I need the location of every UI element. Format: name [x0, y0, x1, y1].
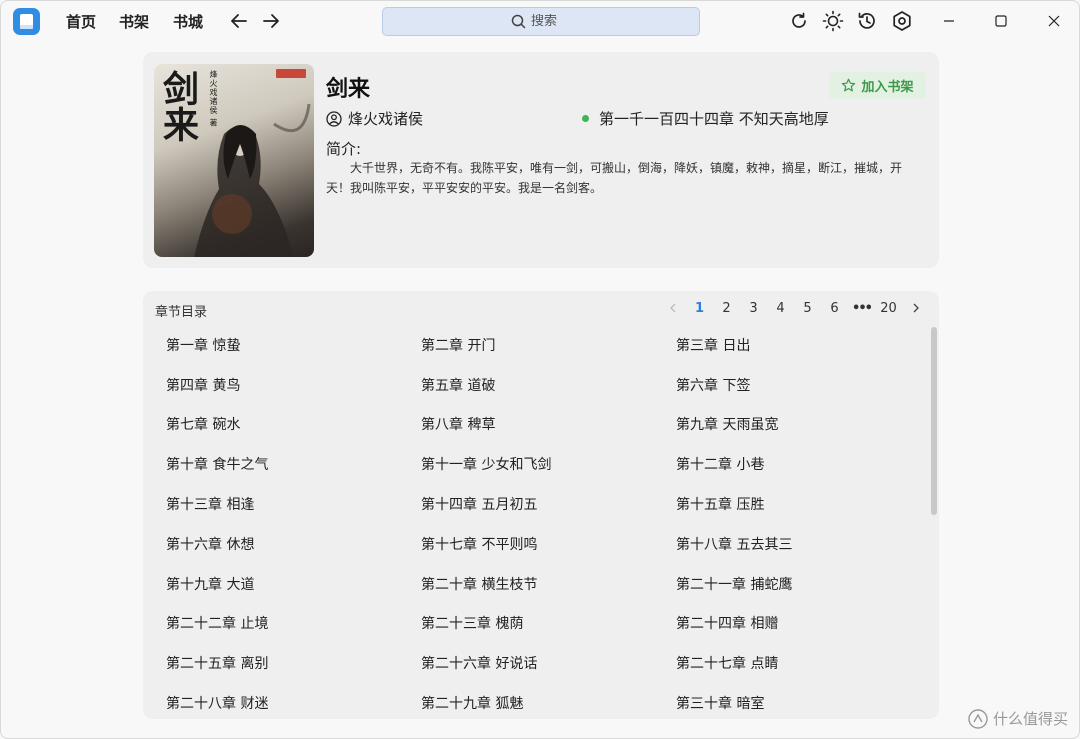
settings-button[interactable] [891, 10, 913, 32]
page-6[interactable]: 6 [821, 297, 848, 319]
chapter-item[interactable]: 第十三章 相逢 [166, 484, 421, 524]
latest-chapter-link[interactable]: 第一千一百四十四章 不知天高地厚 [582, 108, 829, 129]
theme-toggle-button[interactable] [822, 10, 844, 32]
arrow-left-icon [231, 14, 247, 28]
chapter-item[interactable]: 第二十章 横生枝节 [421, 564, 676, 604]
history-button[interactable] [856, 10, 878, 32]
page-20[interactable]: 20 [875, 297, 902, 319]
chapter-item[interactable]: 第十九章 大道 [166, 564, 421, 604]
watermark-logo-icon [968, 708, 988, 729]
chevron-right-icon [913, 303, 919, 313]
watermark: 什么值得买 [968, 708, 1068, 729]
user-icon [326, 110, 342, 127]
chapter-item[interactable]: 第十二章 小巷 [676, 444, 926, 484]
close-icon [1048, 15, 1060, 27]
chapter-item[interactable]: 第二十九章 狐魅 [421, 683, 676, 719]
title-bar: 首页 书架 书城 [1, 1, 1079, 41]
chapter-item[interactable]: 第二十三章 槐荫 [421, 604, 676, 644]
app-window: 首页 书架 书城 搜索 剑来 烽火戏诸侯 著 剑来 烽火戏诸侯 第一千一百四十四… [0, 0, 1080, 739]
nav-home[interactable]: 首页 [66, 11, 96, 32]
chapter-item[interactable]: 第十七章 不平则鸣 [421, 524, 676, 564]
chapter-item[interactable]: 第二十五章 离别 [166, 643, 421, 683]
pagination: 1 2 3 4 5 6 ••• 20 [659, 297, 929, 319]
chapter-item[interactable]: 第十一章 少女和飞剑 [421, 444, 676, 484]
nav-bookstore[interactable]: 书城 [173, 11, 203, 32]
chapter-item[interactable]: 第二章 开门 [421, 325, 676, 365]
chapter-item[interactable]: 第八章 稗草 [421, 405, 676, 445]
refresh-button[interactable] [788, 10, 810, 32]
page-ellipsis[interactable]: ••• [848, 297, 875, 319]
chapter-item[interactable]: 第二十七章 点睛 [676, 643, 926, 683]
chapter-item[interactable]: 第十八章 五去其三 [676, 524, 926, 564]
chevron-left-icon [669, 303, 675, 313]
chapter-grid: 第一章 惊蛰 第二章 开门 第三章 日出第四章 黄鸟 第五章 道破 第六章 下签第七章 … [166, 325, 926, 719]
arrow-right-icon [263, 14, 279, 28]
chapter-item[interactable]: 第五章 道破 [421, 365, 676, 405]
chapter-item[interactable]: 第三十章 暗室 [676, 683, 926, 719]
sun-icon [822, 10, 844, 32]
search-icon [511, 14, 526, 29]
forward-button[interactable] [260, 10, 282, 32]
page-5[interactable]: 5 [794, 297, 821, 319]
chapter-item[interactable]: 第二十二章 止境 [166, 604, 421, 644]
book-cover: 剑来 烽火戏诸侯 著 [154, 64, 314, 257]
app-logo-icon [13, 8, 40, 35]
close-button[interactable] [1042, 9, 1066, 33]
star-icon [842, 78, 856, 92]
chapter-item[interactable]: 第一章 惊蛰 [166, 325, 421, 365]
chapter-list-title: 章节目录 [155, 305, 208, 320]
refresh-icon [792, 12, 806, 28]
chapter-item[interactable]: 第三章 日出 [676, 325, 926, 365]
next-page-button[interactable] [902, 297, 929, 319]
cover-title: 剑来 [157, 70, 199, 142]
chapter-item[interactable]: 第二十四章 相赠 [676, 604, 926, 644]
prev-page-button[interactable] [659, 297, 686, 319]
book-info-card: 剑来 烽火戏诸侯 著 剑来 烽火戏诸侯 第一千一百四十四章 不知天高地厚 加入书… [143, 52, 939, 268]
nav-bookshelf[interactable]: 书架 [119, 11, 149, 32]
chapter-item[interactable]: 第六章 下签 [676, 365, 926, 405]
back-button[interactable] [228, 10, 250, 32]
minimize-button[interactable] [937, 9, 961, 33]
page-1[interactable]: 1 [686, 297, 713, 319]
chapter-item[interactable]: 第十四章 五月初五 [421, 484, 676, 524]
author-row: 烽火戏诸侯 [326, 108, 423, 129]
chapter-item[interactable]: 第七章 碗水 [166, 405, 421, 445]
intro-text: 大千世界，无奇不有。我陈平安，唯有一剑，可搬山，倒海，降妖，镇魔，敕神，摘星，断… [326, 161, 903, 195]
author-name[interactable]: 烽火戏诸侯 [348, 108, 423, 129]
settings-icon [893, 11, 911, 31]
search-box[interactable] [382, 7, 700, 36]
watermark-text: 什么值得买 [992, 710, 1068, 728]
page-2[interactable]: 2 [713, 297, 740, 319]
chapter-item[interactable]: 第四章 黄鸟 [166, 365, 421, 405]
chapter-list-panel: 章节目录 1 2 3 4 5 6 ••• 20 第一章 惊蛰 第二章 开门 第三章 … [143, 291, 939, 719]
page-3[interactable]: 3 [740, 297, 767, 319]
chapter-item[interactable]: 第十章 食牛之气 [166, 444, 421, 484]
search-input[interactable] [531, 14, 571, 29]
cover-publisher-badge [276, 69, 306, 78]
chapter-item[interactable]: 第十六章 休想 [166, 524, 421, 564]
maximize-button[interactable] [989, 9, 1013, 33]
minimize-icon [944, 20, 954, 22]
history-icon [858, 12, 875, 29]
chapter-item[interactable]: 第九章 天雨虽宽 [676, 405, 926, 445]
update-status-dot [582, 115, 589, 122]
chapter-item[interactable]: 第二十八章 财迷 [166, 683, 421, 719]
chapter-item[interactable]: 第十五章 压胜 [676, 484, 926, 524]
maximize-icon [995, 15, 1007, 27]
add-to-shelf-button[interactable]: 加入书架 [829, 72, 926, 99]
book-title: 剑来 [326, 77, 371, 102]
intro-label: 简介: [326, 140, 362, 158]
latest-chapter-title: 第一千一百四十四章 不知天高地厚 [599, 110, 829, 128]
chapter-item[interactable]: 第二十六章 好说话 [421, 643, 676, 683]
chapter-scrollbar[interactable] [931, 327, 937, 515]
cover-author: 烽火戏诸侯 著 [209, 70, 218, 128]
add-to-shelf-label: 加入书架 [861, 80, 914, 95]
chapter-item[interactable]: 第二十一章 捕蛇鹰 [676, 564, 926, 604]
page-4[interactable]: 4 [767, 297, 794, 319]
